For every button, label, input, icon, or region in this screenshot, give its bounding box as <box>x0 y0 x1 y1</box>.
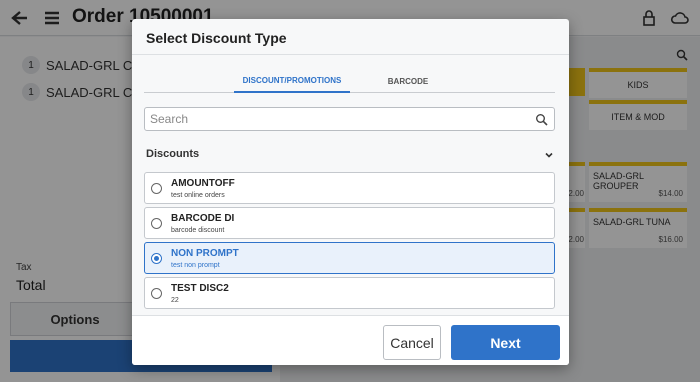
discount-option[interactable]: NON PROMPT test non prompt <box>144 242 555 274</box>
discount-description: barcode discount <box>171 227 225 234</box>
discount-description: test online orders <box>171 192 225 199</box>
discount-name: NON PROMPT <box>171 248 239 259</box>
dialog-footer: Cancel Next <box>132 315 569 365</box>
search-icon[interactable] <box>535 113 548 126</box>
tab-barcode[interactable]: BARCODE <box>368 69 448 93</box>
divider <box>132 54 569 55</box>
section-title: Discounts <box>146 148 200 160</box>
discount-name: BARCODE DI <box>171 213 235 224</box>
search-placeholder: Search <box>150 112 189 126</box>
discount-description: test non prompt <box>171 262 220 269</box>
cancel-button[interactable]: Cancel <box>383 325 441 360</box>
chevron-down-icon[interactable] <box>543 148 555 160</box>
radio-button[interactable] <box>151 288 162 299</box>
radio-button[interactable] <box>151 218 162 229</box>
next-button[interactable]: Next <box>451 325 560 360</box>
search-input[interactable]: Search <box>144 107 555 131</box>
discount-name: AMOUNTOFF <box>171 178 235 189</box>
tab-bar: DISCOUNT/PROMOTIONS BARCODE <box>144 69 555 93</box>
tab-discount-promotions[interactable]: DISCOUNT/PROMOTIONS <box>234 69 350 93</box>
select-discount-dialog: Select Discount Type DISCOUNT/PROMOTIONS… <box>132 19 569 365</box>
radio-button[interactable] <box>151 183 162 194</box>
radio-button[interactable] <box>151 253 162 264</box>
discount-option[interactable]: TEST DISC2 22 <box>144 277 555 309</box>
discount-option[interactable]: AMOUNTOFF test online orders <box>144 172 555 204</box>
discount-name: TEST DISC2 <box>171 283 229 294</box>
discount-description: 22 <box>171 297 179 304</box>
discounts-section-header[interactable]: Discounts <box>146 146 557 164</box>
discount-option[interactable]: BARCODE DI barcode discount <box>144 207 555 239</box>
dialog-title: Select Discount Type <box>146 30 287 46</box>
